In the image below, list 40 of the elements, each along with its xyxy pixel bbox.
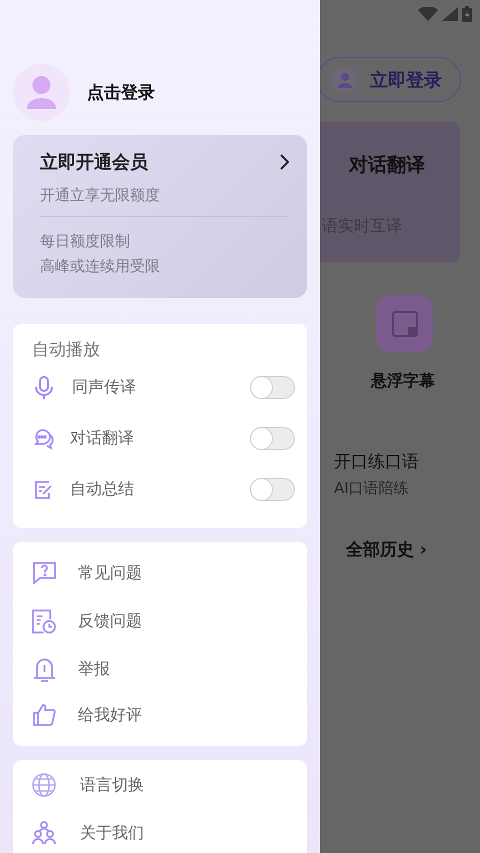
limit-text: 每日额度限制 bbox=[40, 231, 131, 252]
globe-icon bbox=[32, 773, 56, 797]
wifi-icon bbox=[418, 7, 438, 21]
avatar-icon bbox=[332, 66, 358, 92]
setting-label: 对话翻译 bbox=[70, 428, 135, 449]
setting-label: 自动总结 bbox=[70, 479, 135, 500]
menu-item[interactable]: 关于我们 bbox=[80, 822, 295, 844]
history-link[interactable]: 全部历史 › bbox=[346, 538, 427, 561]
alarm-light-icon bbox=[32, 656, 56, 682]
edit-note-icon bbox=[34, 480, 54, 500]
toggle-switch[interactable] bbox=[250, 427, 295, 450]
floating-window-icon[interactable] bbox=[376, 295, 433, 352]
section-title: 自动播放 bbox=[32, 339, 101, 362]
membership-card[interactable]: 立即开通会员 开通立享无限额度 每日额度限制 高峰或连续用受限 bbox=[13, 135, 307, 298]
membership-title: 立即开通会员 bbox=[40, 151, 148, 174]
menu-item[interactable]: 常见问题 bbox=[78, 562, 295, 584]
document-clock-icon bbox=[32, 608, 56, 634]
menu-item[interactable]: 语言切换 bbox=[80, 774, 295, 796]
thumbs-up-icon bbox=[32, 704, 56, 726]
signal-icon bbox=[442, 7, 458, 21]
menu-item[interactable]: 给我好评 bbox=[78, 704, 295, 726]
chat-bubbles-icon bbox=[32, 428, 56, 450]
card-title: 对话翻译 bbox=[349, 153, 426, 178]
avatar-icon[interactable] bbox=[13, 64, 70, 121]
microphone-icon bbox=[34, 376, 54, 400]
people-icon bbox=[32, 821, 56, 845]
limit-text: 高峰或连续用受限 bbox=[40, 256, 161, 277]
battery-icon bbox=[462, 6, 472, 22]
login-link[interactable]: 点击登录 bbox=[87, 81, 155, 104]
chevron-right-icon bbox=[279, 154, 289, 170]
menu-item[interactable]: 举报 bbox=[78, 658, 295, 680]
practice-subtitle: AI口语陪练 bbox=[334, 479, 410, 498]
practice-title: 开口练口语 bbox=[334, 451, 420, 473]
question-bubble-icon bbox=[32, 562, 56, 584]
membership-subtitle: 开通立享无限额度 bbox=[40, 185, 161, 205]
menu-item[interactable]: 反馈问题 bbox=[78, 610, 295, 632]
tile-label: 悬浮字幕 bbox=[371, 371, 436, 392]
toggle-switch[interactable] bbox=[250, 376, 295, 399]
setting-label: 同声传译 bbox=[72, 377, 137, 398]
toggle-switch[interactable] bbox=[250, 478, 295, 501]
